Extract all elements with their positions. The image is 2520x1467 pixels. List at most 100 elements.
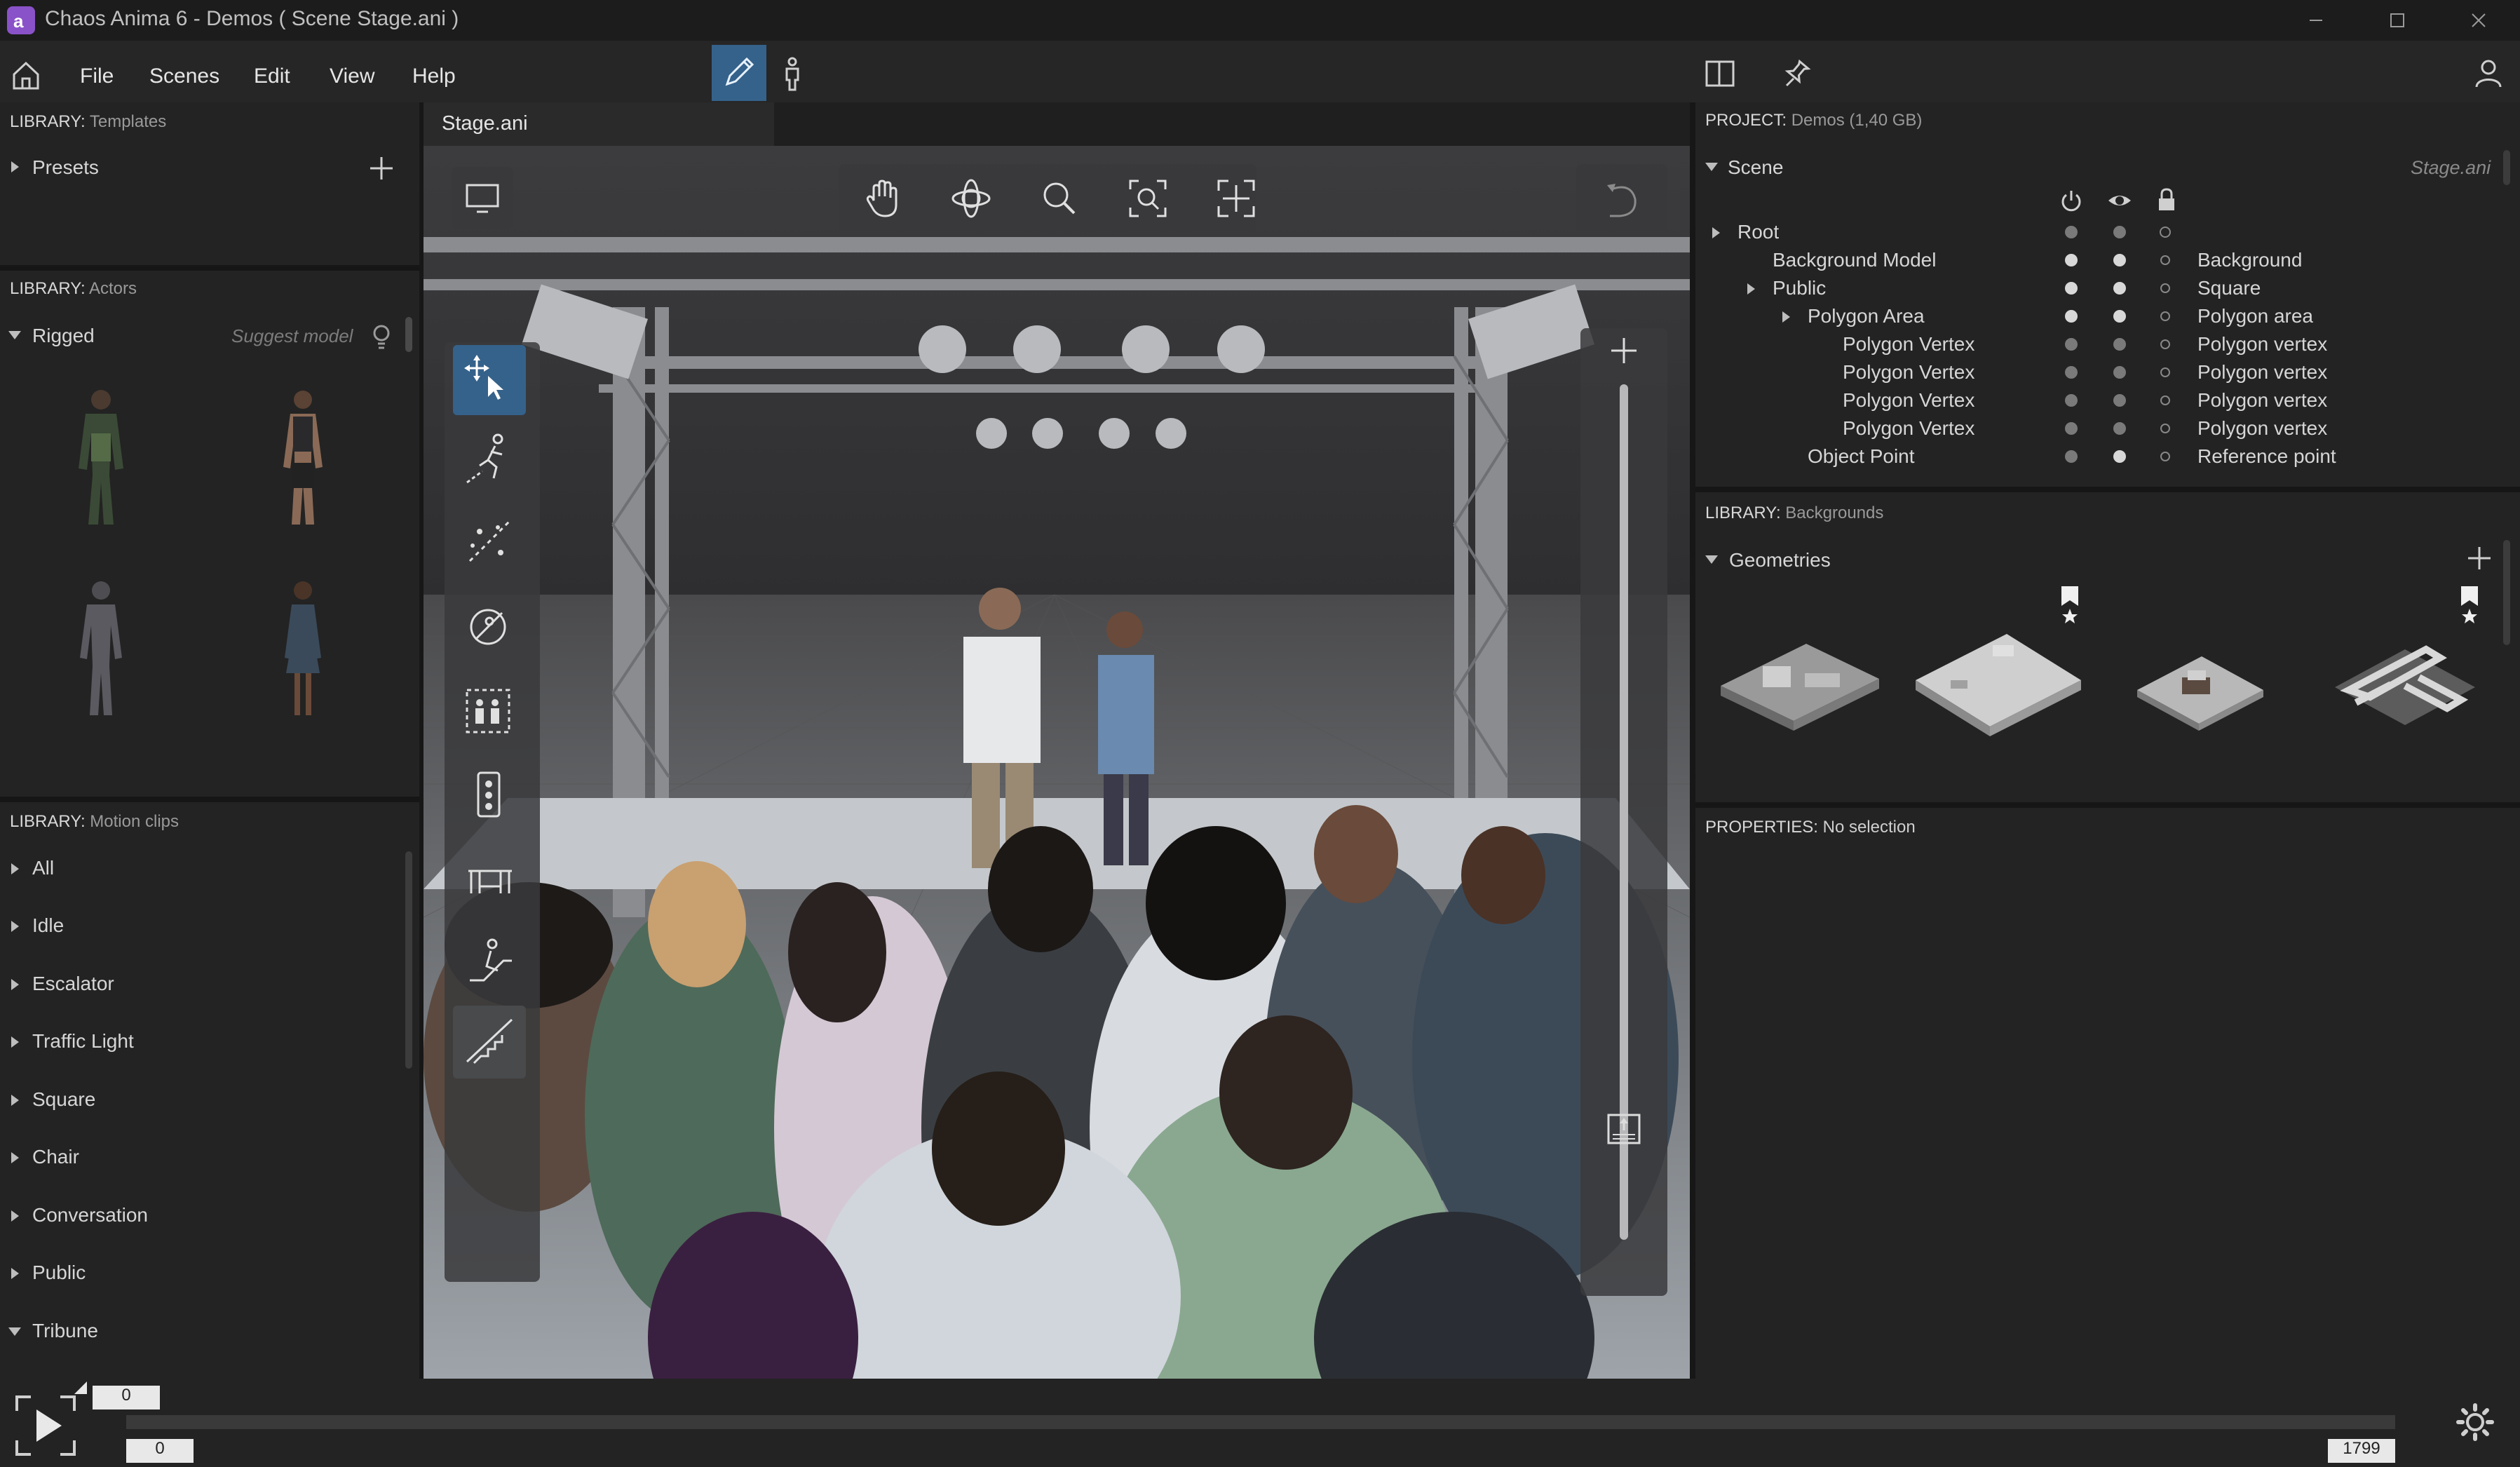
rigged-group[interactable]: Rigged [32,325,95,347]
close-button[interactable] [2454,4,2503,36]
background-thumbnail[interactable] [1909,624,2088,743]
pin-icon[interactable] [1778,56,1813,91]
expand-arrow-icon[interactable] [11,1036,19,1048]
screen-view-button[interactable] [452,167,513,229]
expand-arrow-icon[interactable] [11,1268,19,1279]
visibility-toggle[interactable] [2113,366,2126,379]
expand-arrow-icon[interactable] [11,979,19,990]
scatter-tool-icon[interactable] [459,511,522,574]
menu-view[interactable]: View [330,65,374,88]
actor-thumbnail[interactable] [59,575,143,726]
enabled-toggle[interactable] [2065,422,2078,435]
actor-thumbnail[interactable] [59,384,143,536]
lock-toggle[interactable] [2160,339,2170,349]
user-account-icon[interactable] [2471,56,2506,91]
gear-icon[interactable] [2454,1401,2496,1443]
scene-tree-item[interactable]: Public [1773,277,1826,299]
enabled-toggle[interactable] [2065,310,2078,323]
maximize-button[interactable] [2373,4,2422,36]
home-icon[interactable] [8,58,43,93]
motion-clips-scrollbar[interactable] [405,851,412,1069]
orbit-icon[interactable] [947,174,996,223]
crowd-group-tool-icon[interactable] [459,679,522,742]
start-frame-field[interactable]: 0 [126,1439,194,1463]
actors-scrollbar[interactable] [405,317,412,352]
lightbulb-icon[interactable] [369,323,394,351]
actor-thumbnail[interactable] [261,575,345,726]
visibility-toggle[interactable] [2113,310,2126,323]
scene-tree-item[interactable]: Polygon Vertex [1843,389,1974,412]
expand-arrow-icon[interactable] [11,863,19,874]
scene-scrollbar[interactable] [2503,150,2510,185]
play-fullscreen-button[interactable] [14,1394,77,1457]
expand-arrow-icon[interactable] [1782,311,1790,323]
current-frame-field[interactable]: 0 [93,1386,160,1409]
expand-arrow-icon[interactable] [11,1210,19,1222]
collapse-arrow-icon[interactable] [8,331,21,339]
actor-thumbnail[interactable] [261,384,345,536]
motion-clip-category[interactable]: Traffic Light [32,1030,134,1053]
menu-file[interactable]: File [80,65,114,88]
select-move-tool-button[interactable] [453,345,526,415]
menu-help[interactable]: Help [412,65,456,88]
stairs-tool-icon[interactable] [453,1006,526,1079]
motion-clip-category[interactable]: Escalator [32,973,114,995]
panel-layout-icon[interactable] [1702,56,1737,91]
visibility-toggle[interactable] [2113,450,2126,463]
minimize-button[interactable] [2291,4,2341,36]
visibility-toggle[interactable] [2113,338,2126,351]
suggest-model-link[interactable]: Suggest model [231,325,353,347]
visibility-toggle[interactable] [2113,254,2126,266]
lock-toggle[interactable] [2160,424,2170,433]
motion-clip-category[interactable]: All [32,857,54,879]
undo-view-button[interactable] [1576,164,1667,231]
scene-tree-item[interactable]: Polygon Vertex [1843,417,1974,440]
collapse-arrow-icon[interactable] [8,1327,21,1336]
background-thumbnail[interactable] [2328,638,2482,736]
pan-hand-icon[interactable] [858,174,907,223]
collapse-arrow-icon[interactable] [1705,163,1718,171]
favorite-bookmark-icon[interactable] [2059,585,2081,624]
visibility-toggle[interactable] [2113,394,2126,407]
backgrounds-scrollbar[interactable] [2503,540,2510,645]
lock-toggle[interactable] [2160,255,2170,265]
menu-edit[interactable]: Edit [254,65,290,88]
scene-tree-item-root[interactable]: Root [1737,221,1779,243]
enabled-toggle[interactable] [2065,254,2078,266]
end-frame-field[interactable]: 1799 [2328,1439,2395,1463]
3d-viewport[interactable] [424,146,1690,1380]
add-keyframe-icon[interactable] [1604,331,1644,370]
geometries-group[interactable]: Geometries [1729,549,1831,572]
visibility-toggle[interactable] [2113,422,2126,435]
enabled-toggle[interactable] [2065,450,2078,463]
expand-arrow-icon[interactable] [11,161,19,173]
motion-clip-category[interactable]: Chair [32,1146,79,1168]
expand-arrow-icon[interactable] [11,1152,19,1163]
actor-mode-icon[interactable] [771,56,813,94]
motion-clip-category[interactable]: Idle [32,914,64,937]
add-background-button[interactable] [2464,543,2495,574]
enabled-toggle[interactable] [2065,338,2078,351]
playhead-marker-icon[interactable] [74,1381,87,1394]
walk-path-tool-icon[interactable] [459,426,522,489]
motion-clip-category[interactable]: Public [32,1262,86,1284]
enabled-toggle[interactable] [2065,394,2078,407]
edit-mode-button[interactable] [712,45,766,101]
lock-toggle[interactable] [2160,311,2170,321]
expand-arrow-icon[interactable] [11,921,19,932]
expand-arrow-icon[interactable] [1747,283,1755,295]
enabled-toggle[interactable] [2065,226,2078,238]
ground-plane-icon[interactable] [1603,1108,1645,1150]
motion-clip-category[interactable]: Tribune [32,1320,98,1342]
visibility-toggle[interactable] [2113,226,2126,238]
visibility-toggle[interactable] [2113,282,2126,295]
zoom-icon[interactable] [1035,174,1084,223]
scene-tree-item[interactable]: Polygon Vertex [1843,361,1974,384]
favorite-bookmark-icon[interactable] [2458,585,2481,624]
motion-clip-category[interactable]: Square [32,1088,95,1111]
scene-node[interactable]: Scene [1728,156,1783,179]
background-thumbnail[interactable] [1714,631,1886,743]
lock-toggle[interactable] [2160,396,2170,405]
expand-arrow-icon[interactable] [1712,227,1720,238]
no-go-area-tool-icon[interactable] [459,595,522,658]
